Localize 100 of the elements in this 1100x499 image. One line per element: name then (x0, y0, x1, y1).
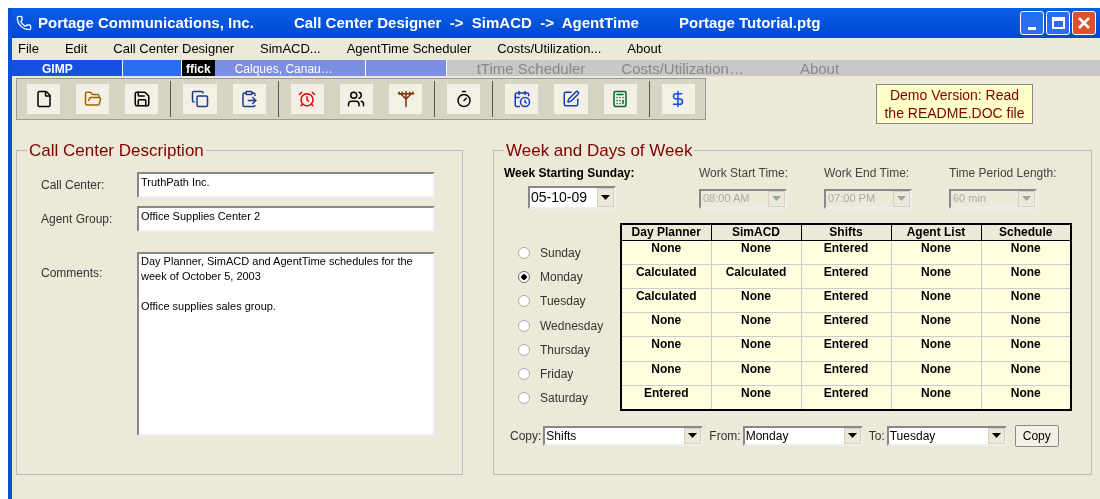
field-label: Work End Time: (824, 164, 911, 182)
day-label: Sunday (540, 244, 581, 262)
window-title: Call Center Designer -> SimACD -> AgentTime (293, 12, 639, 33)
menu-item[interactable]: Call Center Designer (113, 39, 235, 59)
table-cell: None (891, 264, 981, 289)
field-label: Comments: (40, 264, 104, 282)
column-header: Shifts (801, 223, 891, 240)
close-button[interactable] (1072, 11, 1096, 35)
window-title: Portage Tutorial.ptg (678, 12, 821, 33)
taskbar-button[interactable]: GIMP (12, 60, 122, 76)
comments-field[interactable]: Day Planner, SimACD and AgentTime schedules for the week of October 5, 2003 Office supplies sales group. (137, 251, 435, 436)
table-cell: Calculated (711, 264, 801, 289)
field-label: Call Center: (40, 176, 106, 194)
table-cell: None (981, 385, 1071, 410)
paste-icon[interactable] (232, 84, 266, 114)
calculator-icon[interactable] (603, 84, 637, 114)
new-file-icon[interactable] (27, 84, 61, 114)
group-title: Call Center Description (28, 140, 205, 162)
table-cell: None (891, 312, 981, 337)
table-cell: Entered (801, 312, 891, 337)
table-cell: None (621, 240, 711, 265)
table-cell: None (711, 361, 801, 386)
utility-pole-icon[interactable] (389, 84, 423, 114)
menu-item[interactable]: Costs/Utilization... (497, 39, 602, 59)
day-label: Thursday (540, 341, 591, 359)
radio-button[interactable] (518, 392, 530, 405)
dollar-icon[interactable] (661, 84, 695, 114)
menu-item[interactable]: AgentTime Scheduler (346, 39, 472, 59)
text-field[interactable]: Office Supplies Center 2 (137, 205, 435, 232)
copy-icon[interactable] (183, 84, 217, 114)
table-cell: None (711, 336, 801, 362)
table-cell: Calculated (621, 288, 711, 313)
people-icon[interactable] (339, 84, 374, 114)
table-cell: None (891, 288, 981, 313)
radio-button[interactable] (518, 368, 530, 381)
table-cell: None (621, 336, 711, 362)
table-cell: None (621, 361, 711, 386)
table-cell: None (981, 336, 1071, 362)
stopwatch-icon[interactable] (447, 84, 481, 114)
select-field[interactable]: Shifts (543, 425, 704, 446)
text-field[interactable]: TruthPath Inc. (137, 171, 435, 198)
radio-button[interactable] (518, 295, 530, 308)
group-title: Week and Days of Week (505, 140, 694, 162)
copy-button[interactable]: Copy (1014, 424, 1059, 447)
day-label: Wednesday (540, 317, 604, 335)
menu-item[interactable]: Edit (64, 39, 88, 59)
table-cell: Entered (801, 336, 891, 362)
day-label: Monday (540, 268, 583, 286)
table-cell: Calculated (621, 264, 711, 289)
radio-button[interactable] (518, 319, 530, 332)
form-edit-icon[interactable] (554, 84, 588, 114)
maximize-button[interactable] (1046, 11, 1070, 35)
field-label: From: (709, 427, 741, 445)
field-label: Copy: (510, 427, 542, 445)
table-cell: Entered (801, 288, 891, 313)
table-cell: None (981, 264, 1071, 289)
field-label: Work Start Time: (699, 164, 790, 182)
save-icon[interactable] (125, 84, 159, 114)
column-header: Agent List (891, 223, 981, 240)
radio-button[interactable] (518, 270, 530, 283)
field-label: Week Starting Sunday: (504, 164, 636, 182)
select-field[interactable]: Monday (742, 425, 863, 446)
minimize-button[interactable] (1020, 11, 1044, 35)
table-cell: Entered (621, 385, 711, 410)
menu-item[interactable]: SimACD... (260, 39, 321, 59)
table-cell: Entered (801, 240, 891, 265)
table-cell: Entered (801, 264, 891, 289)
open-folder-icon[interactable] (76, 84, 110, 114)
table-cell: None (711, 288, 801, 313)
table-cell: Entered (801, 385, 891, 410)
day-label: Tuesday (540, 293, 586, 311)
table-cell: None (621, 312, 711, 337)
table-cell: None (981, 312, 1071, 337)
table-cell: None (891, 336, 981, 362)
phone-icon (16, 15, 32, 31)
table-cell: None (981, 361, 1071, 386)
alarm-clock-icon[interactable] (290, 84, 324, 114)
column-header: SimACD (711, 223, 801, 240)
field-label: To: (868, 427, 885, 445)
radio-button[interactable] (518, 246, 530, 259)
window-title: Portage Communications, Inc. (38, 12, 254, 33)
column-header: Schedule (981, 223, 1071, 240)
table-cell: None (891, 385, 981, 410)
close-icon (1078, 17, 1090, 29)
field-label: Time Period Length: (949, 164, 1058, 182)
table-cell: None (981, 288, 1071, 313)
menu-item[interactable]: File (18, 39, 39, 59)
menu-item[interactable]: About (627, 39, 662, 59)
select-field[interactable]: Tuesday (886, 425, 1007, 446)
day-label: Friday (540, 366, 574, 384)
date-dropdown[interactable]: 05-10-09 (528, 185, 616, 209)
column-header: Day Planner (621, 223, 711, 240)
radio-button[interactable] (518, 343, 530, 356)
field-label: Agent Group: (40, 210, 114, 228)
table-cell: None (711, 240, 801, 265)
clock-calendar-icon[interactable] (505, 84, 539, 114)
table-cell: None (711, 385, 801, 410)
taskbar-button[interactable]: ffick (182, 60, 215, 76)
table-cell: None (981, 240, 1071, 265)
table-cell: None (891, 361, 981, 386)
